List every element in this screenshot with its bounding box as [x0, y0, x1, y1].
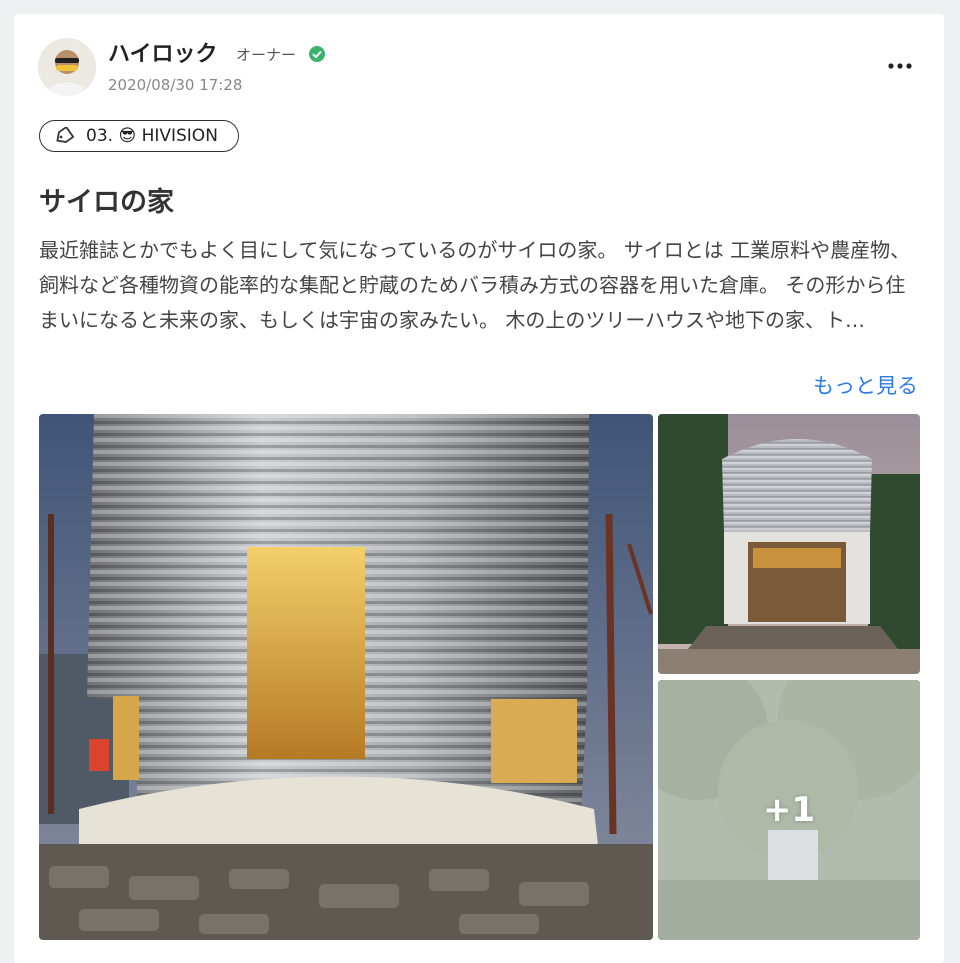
more-options-button[interactable]	[882, 54, 918, 78]
tag-icon	[56, 127, 74, 144]
author-role: オーナー	[236, 46, 297, 64]
post-title: サイロの家	[39, 187, 174, 218]
check-badge-icon	[309, 46, 325, 62]
read-more-link[interactable]: もっと見る	[813, 370, 918, 400]
post-image-main[interactable]	[39, 414, 653, 940]
post-date: 2020/08/30 17:28	[108, 76, 243, 94]
more-images-overlay: +1	[658, 680, 920, 940]
post-image-2[interactable]	[658, 414, 920, 674]
post-image-3[interactable]: +1	[658, 680, 920, 940]
author-name[interactable]: ハイロック	[108, 36, 218, 68]
post-card: ハイロック オーナー 2020/08/30 17:28 03. 😎 HIVISI…	[14, 14, 944, 963]
tag-label: 03. 😎 HIVISION	[86, 126, 218, 146]
author-avatar[interactable]	[38, 38, 96, 96]
more-images-count: +1	[762, 790, 816, 830]
category-tag[interactable]: 03. 😎 HIVISION	[39, 120, 239, 152]
ellipsis-icon	[888, 63, 912, 69]
post-body: 最近雑誌とかでもよく目にして気になっているのがサイロの家。 サイロとは 工業原料…	[39, 238, 911, 332]
